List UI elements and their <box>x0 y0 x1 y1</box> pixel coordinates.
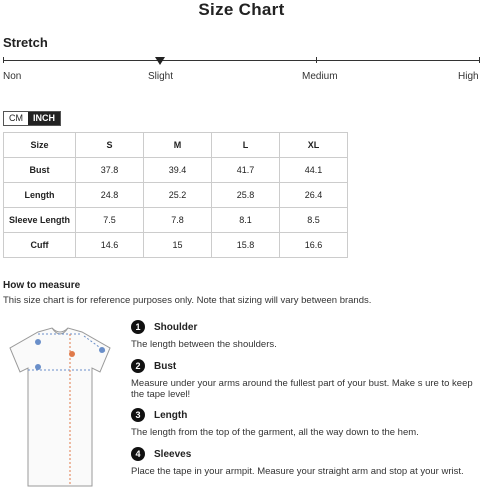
table-cell: 25.8 <box>211 182 280 208</box>
table-cell: 16.6 <box>279 232 348 258</box>
stretch-tick <box>479 57 480 63</box>
measure-step-bust: 2 Bust Measure under your arms around th… <box>131 359 476 400</box>
how-to-measure-title: How to measure <box>3 280 81 291</box>
table-header-cell: M <box>143 132 212 158</box>
table-cell: 25.2 <box>143 182 212 208</box>
step-number-icon: 3 <box>131 408 145 422</box>
size-table: Size S M L XL Bust 37.8 39.4 41.7 44.1 L… <box>3 132 348 258</box>
table-cell: 24.8 <box>75 182 144 208</box>
table-header-cell: Size <box>3 132 76 158</box>
table-cell: 15.8 <box>211 232 280 258</box>
step-title: Sleeves <box>154 448 192 460</box>
table-header-cell: L <box>211 132 280 158</box>
table-cell: 37.8 <box>75 157 144 183</box>
step-number-icon: 2 <box>131 359 145 373</box>
table-cell: 44.1 <box>279 157 348 183</box>
step-title: Length <box>154 409 188 421</box>
page-title: Size Chart <box>198 0 285 19</box>
table-row-label: Cuff <box>3 232 76 258</box>
table-cell: 15 <box>143 232 212 258</box>
stretch-tick <box>316 57 317 63</box>
step-description: Measure under your arms around the fulle… <box>131 378 473 400</box>
table-cell: 41.7 <box>211 157 280 183</box>
unit-inch-button[interactable]: INCH <box>28 112 60 125</box>
table-header-cell: S <box>75 132 144 158</box>
step-title: Shoulder <box>154 321 198 333</box>
stretch-label-high: High <box>458 71 479 82</box>
table-row-label: Length <box>3 182 76 208</box>
step-number-icon: 1 <box>131 320 145 334</box>
step-number-icon: 4 <box>131 447 145 461</box>
stretch-label-non: Non <box>3 71 22 82</box>
stretch-tick <box>3 57 4 63</box>
tshirt-measure-icon <box>9 327 111 487</box>
stretch-title: Stretch <box>3 35 48 50</box>
table-cell: 7.5 <box>75 207 144 233</box>
table-row: Bust 37.8 39.4 41.7 44.1 <box>3 157 348 183</box>
table-row: Cuff 14.6 15 15.8 16.6 <box>3 232 348 258</box>
table-cell: 39.4 <box>143 157 212 183</box>
table-header-cell: XL <box>279 132 348 158</box>
table-cell: 8.5 <box>279 207 348 233</box>
table-cell: 7.8 <box>143 207 212 233</box>
stretch-marker-icon <box>155 57 165 65</box>
unit-cm-button[interactable]: CM <box>4 112 28 125</box>
step-description: The length between the shoulders. <box>131 339 277 350</box>
table-row: Sleeve Length 7.5 7.8 8.1 8.5 <box>3 207 348 233</box>
stretch-label-medium: Medium <box>302 71 338 82</box>
step-title: Bust <box>154 360 177 372</box>
stretch-label-slight: Slight <box>148 71 174 82</box>
unit-toggle: CM INCH <box>3 111 61 126</box>
table-row-label: Sleeve Length <box>3 207 76 233</box>
table-cell: 8.1 <box>211 207 280 233</box>
step-description: The length from the top of the garment, … <box>131 427 419 438</box>
step-description: Place the tape in your armpit. Measure y… <box>131 466 464 477</box>
table-cell: 14.6 <box>75 232 144 258</box>
measure-step-shoulder: 1 Shoulder The length between the should… <box>131 320 476 350</box>
table-row-label: Bust <box>3 157 76 183</box>
stretch-scale <box>3 60 480 61</box>
table-cell: 26.4 <box>279 182 348 208</box>
size-disclaimer: This size chart is for reference purpose… <box>3 295 372 306</box>
measure-step-length: 3 Length The length from the top of the … <box>131 408 476 438</box>
measure-step-sleeves: 4 Sleeves Place the tape in your armpit.… <box>131 447 476 477</box>
table-row: Length 24.8 25.2 25.8 26.4 <box>3 182 348 208</box>
table-header-row: Size S M L XL <box>3 132 348 158</box>
